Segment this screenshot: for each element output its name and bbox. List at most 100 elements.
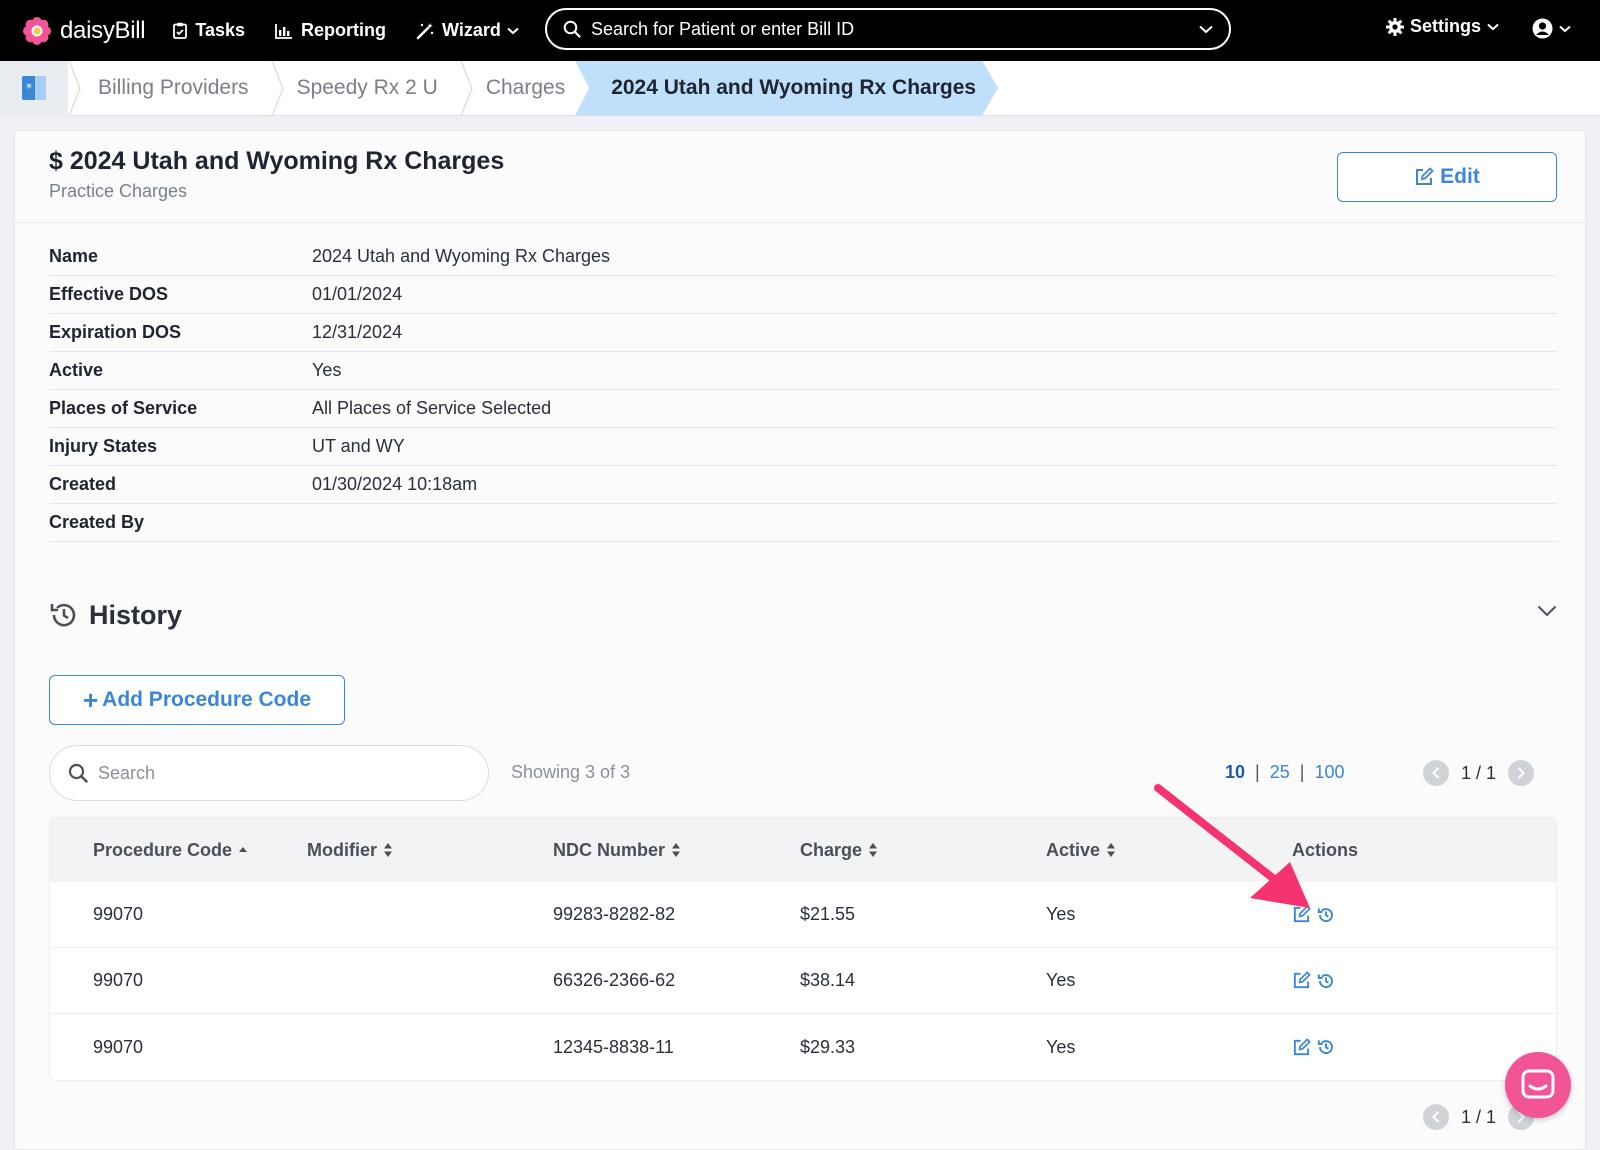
- edit-icon: [1416, 167, 1434, 185]
- column-header-procedure-code[interactable]: Procedure Code: [93, 840, 248, 861]
- column-header-charge[interactable]: Charge: [800, 840, 878, 861]
- detail-label: Effective DOS: [49, 284, 169, 304]
- breadcrumb-charges[interactable]: Charges: [474, 61, 587, 116]
- detail-value: All Places of Service Selected: [312, 398, 552, 418]
- cell-actions: [1292, 1037, 1341, 1057]
- breadcrumb-current: 2024 Utah and Wyoming Rx Charges: [575, 61, 998, 116]
- column-header-active[interactable]: Active: [1046, 840, 1116, 861]
- chevron-down-icon[interactable]: [1537, 605, 1557, 617]
- edit-button-label: Edit: [1440, 165, 1480, 188]
- chat-icon: [1521, 1069, 1555, 1099]
- cell-procedure-code: 99070: [93, 970, 144, 990]
- table-header-row: Procedure Code Modifier NDC Number Charg…: [50, 818, 1556, 882]
- sort-ascending-icon: [239, 847, 248, 852]
- nav-reporting-label: Reporting: [301, 20, 387, 40]
- settings-menu[interactable]: Settings: [1386, 16, 1505, 37]
- detail-label: Name: [49, 246, 99, 266]
- chevron-down-icon[interactable]: [1199, 25, 1213, 34]
- edit-icon: [1293, 971, 1311, 989]
- breadcrumb-separator: [270, 60, 284, 116]
- sort-icon: [869, 843, 878, 857]
- clipboard-check-icon: [173, 22, 188, 39]
- breadcrumb-speedy-rx[interactable]: Speedy Rx 2 U: [285, 61, 460, 116]
- edit-icon: [1293, 1037, 1311, 1055]
- sort-icon: [1107, 843, 1116, 857]
- cell-ndc-number: 99283-8282-82: [553, 904, 676, 924]
- detail-label: Expiration DOS: [49, 322, 182, 342]
- detail-label: Active: [49, 360, 104, 380]
- cell-active: Yes: [1046, 1036, 1076, 1057]
- edit-row-button[interactable]: [1292, 1037, 1311, 1057]
- logo-text: daisyBill: [60, 16, 146, 44]
- column-header-ndc-number[interactable]: NDC Number: [553, 840, 681, 861]
- svg-text:*: *: [26, 81, 32, 95]
- edit-row-button[interactable]: [1292, 971, 1311, 990]
- chevron-left-icon: [1432, 767, 1440, 779]
- row-history-button[interactable]: [1317, 972, 1335, 990]
- column-header-label: Procedure Code: [93, 839, 233, 860]
- logo[interactable]: daisyBill: [22, 16, 146, 46]
- table-search-input[interactable]: Search: [49, 745, 489, 801]
- nav-wizard[interactable]: Wizard: [416, 20, 519, 41]
- edit-button[interactable]: Edit: [1337, 152, 1557, 202]
- history-icon: [1317, 1040, 1333, 1055]
- column-header-modifier[interactable]: Modifier: [307, 840, 393, 861]
- previous-page-button[interactable]: [1423, 1104, 1449, 1130]
- detail-value: Yes: [312, 360, 342, 380]
- chevron-right-icon: [1517, 767, 1525, 779]
- page-indicator: 1 / 1: [1461, 1106, 1497, 1127]
- nav-reporting[interactable]: Reporting: [275, 20, 386, 41]
- page-subtitle: Practice Charges: [49, 181, 188, 201]
- history-title: History: [89, 599, 183, 630]
- sort-icon: [384, 843, 392, 857]
- breadcrumb-separator: [68, 60, 81, 116]
- table-row: 99070 66326-2366-62 $38.14 Yes: [50, 948, 1556, 1014]
- gear-icon: [1386, 17, 1404, 36]
- chat-widget-button[interactable]: [1505, 1052, 1571, 1118]
- chevron-left-icon: [1432, 1111, 1440, 1123]
- history-icon: [50, 603, 76, 627]
- page-indicator: 1 / 1: [1461, 762, 1497, 783]
- detail-row: Places of Service All Places of Service S…: [49, 390, 1557, 428]
- daisy-logo-icon: [23, 16, 51, 45]
- detail-label: Created: [49, 474, 117, 494]
- search-icon: [563, 20, 581, 38]
- detail-row: Created By: [49, 504, 1557, 542]
- previous-page-button[interactable]: [1423, 760, 1449, 786]
- column-header-label: Charge: [800, 839, 863, 860]
- user-avatar-icon: [1532, 18, 1553, 39]
- global-search-placeholder: Search for Patient or enter Bill ID: [591, 18, 855, 39]
- breadcrumb-billing-providers[interactable]: Billing Providers: [82, 61, 271, 116]
- breadcrumb-home[interactable]: *: [0, 60, 68, 116]
- table-row: 99070 99283-8282-82 $21.55 Yes: [50, 882, 1556, 948]
- table-search-placeholder: Search: [98, 762, 156, 783]
- next-page-button[interactable]: [1508, 760, 1535, 786]
- cell-ndc-number: 66326-2366-62: [553, 970, 676, 990]
- detail-label: Created By: [49, 512, 145, 532]
- cell-charge: $38.14: [800, 970, 856, 990]
- cell-active: Yes: [1046, 904, 1076, 924]
- cell-procedure-code: 99070: [93, 904, 144, 924]
- add-procedure-code-button[interactable]: + Add Procedure Code: [49, 675, 345, 725]
- user-menu[interactable]: [1532, 18, 1571, 39]
- column-header-label: NDC Number: [553, 839, 666, 860]
- page-title: $ 2024 Utah and Wyoming Rx Charges: [49, 147, 505, 175]
- cell-charge: $21.55: [800, 904, 856, 924]
- global-search-input[interactable]: Search for Patient or enter Bill ID: [545, 8, 1231, 50]
- breadcrumb-separator: [460, 60, 473, 116]
- column-header-label: Modifier: [307, 839, 377, 860]
- detail-row: Effective DOS 01/01/2024: [49, 276, 1557, 314]
- history-section-header[interactable]: History: [49, 595, 1557, 635]
- cell-charge: $29.33: [800, 1036, 856, 1057]
- annotation-arrow-icon: [1154, 784, 1310, 908]
- sort-icon: [672, 843, 681, 857]
- table-row: 99070 12345-8838-11 $29.33 Yes: [50, 1014, 1556, 1080]
- breadcrumb: * Billing Providers Speedy Rx 2 U Charge…: [0, 60, 1600, 116]
- nav-tasks[interactable]: Tasks: [173, 20, 245, 41]
- column-header-label: Active: [1046, 839, 1101, 860]
- detail-value: 01/30/2024 10:18am: [312, 474, 478, 494]
- cell-actions: [1292, 971, 1341, 990]
- row-history-button[interactable]: [1317, 1038, 1335, 1056]
- detail-value: 2024 Utah and Wyoming Rx Charges: [312, 246, 610, 266]
- nav-tasks-label: Tasks: [195, 20, 246, 40]
